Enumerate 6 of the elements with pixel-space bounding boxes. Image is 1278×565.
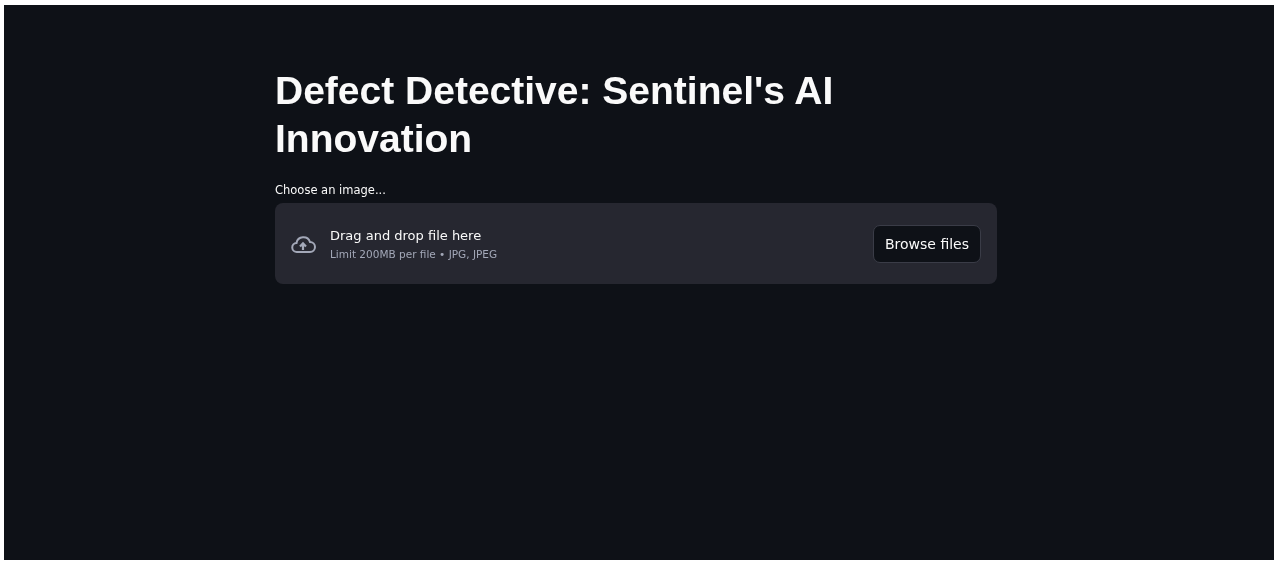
uploader-label: Choose an image... <box>275 183 387 197</box>
page-title: Defect Detective: Sentinel's AI Innovation <box>275 68 835 162</box>
file-dropzone[interactable]: Drag and drop file here Limit 200MB per file • JPG, JPEG Browse files <box>275 203 997 284</box>
browse-files-button[interactable]: Browse files <box>872 224 981 263</box>
dropzone-instruction: Drag and drop file here <box>330 227 483 243</box>
file-limit-text: Limit 200MB per file • JPG, JPEG <box>330 247 499 260</box>
